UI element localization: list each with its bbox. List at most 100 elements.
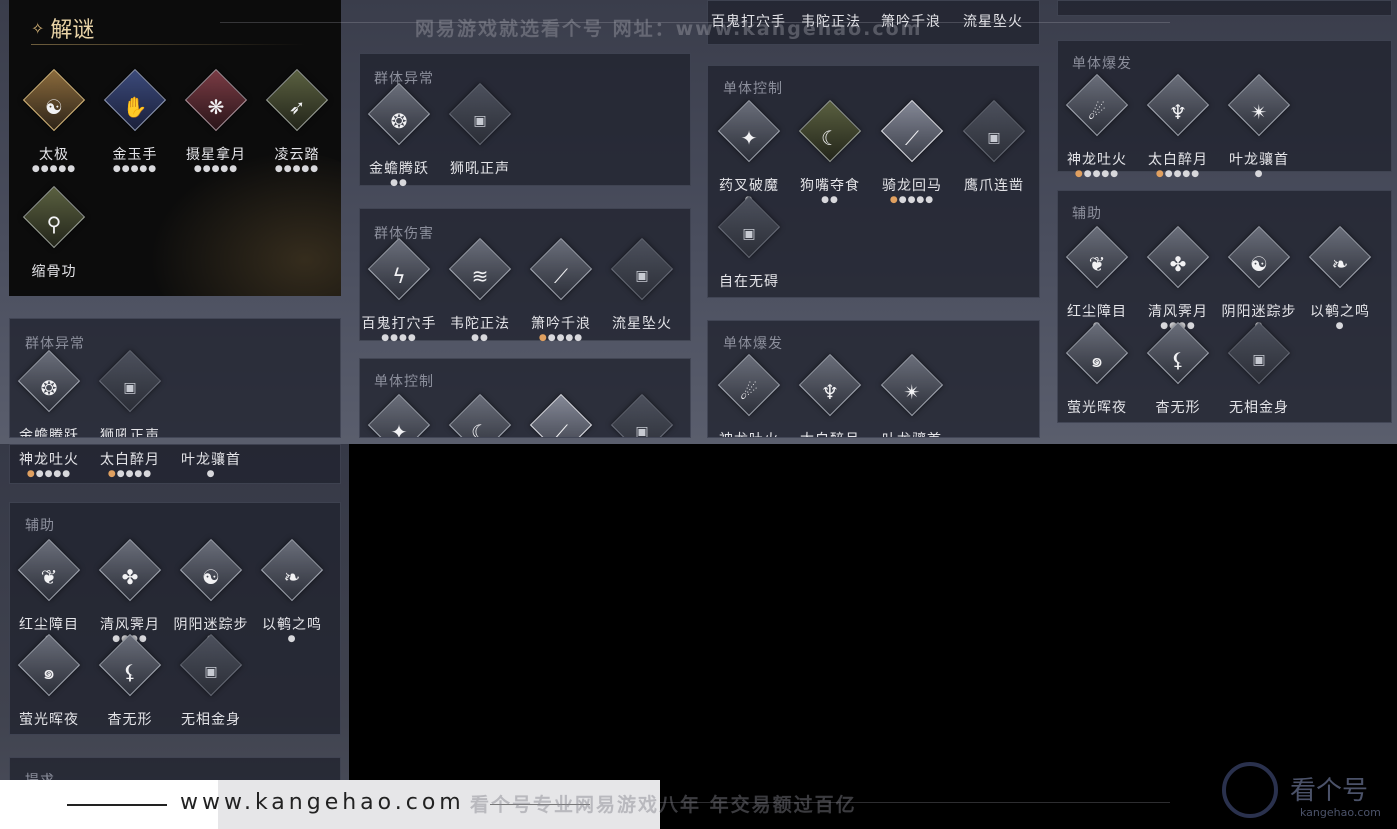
skill-yingzhualianzao[interactable]: ▣ 鹰爪连凿 (949, 99, 1039, 219)
single-burst-strip: 神龙吐火 ●●●●● 太白醉月 ●●●●● 叶龙骧首 ● (9, 444, 341, 484)
star-grab-icon: ❋ (207, 95, 225, 119)
panel-title: 单体控制 (723, 81, 783, 97)
skill-yelongxiangshou[interactable]: ✴ 叶龙骧首 ● (1214, 73, 1304, 193)
skill-partial[interactable]: ▣ (597, 393, 687, 437)
skill-shenlongtuhuo[interactable]: 神龙吐火 ●●●●● (10, 445, 94, 483)
quail-call-icon: ❧ (1331, 252, 1349, 276)
skill-rank-dots-rest: ●●●● (898, 195, 935, 205)
flute-icon: ⟋ (554, 264, 568, 288)
skill-qilonghuima[interactable]: ⟋ 骑龙回马 ●●●●● (867, 99, 957, 219)
skill-liuxingzhuihuo[interactable]: ▣ 流星坠火 (597, 237, 687, 357)
locked-icon: ▣ (123, 380, 137, 396)
skill-xiaoyinqianlang[interactable]: ⟋ 箫吟千浪 ●●●●● (516, 237, 606, 357)
skill-yelongxiangshou[interactable]: ✴ 叶龙骧首 (867, 353, 957, 437)
skill-label: 骑龙回马 (882, 178, 942, 194)
skill-taibaizuiyue[interactable]: ♆ 太白醉月 (785, 353, 875, 437)
skill-wuxiangjinshen[interactable]: ▣ 无相金身 (166, 633, 256, 753)
skill-label: 神龙吐火 (19, 452, 79, 468)
skill-label: 叶龙骧首 (867, 429, 957, 437)
drunk-moon-icon: ♆ (821, 380, 839, 404)
skill-label: 流星坠火 (612, 316, 672, 332)
skill-partial[interactable]: ⟋ (516, 393, 606, 438)
locked-icon: ▣ (473, 113, 487, 129)
skill-label: 金蟾腾跃 (369, 161, 429, 177)
skill-shihouzhengsheng[interactable]: ▣ 狮吼正声 (85, 349, 175, 437)
fire-dragon-icon: ☄ (1088, 100, 1106, 124)
support-panel: 辅助 ❦ 红尘障目 ● ✤ 清风霁月 ●●●● ☯ 阴阳迷踪步 ● ❧ 以鹌之鸣… (1057, 190, 1392, 423)
dust-veil-icon: ❦ (1088, 252, 1106, 276)
skill-weituozhengfa[interactable]: ≋ 韦陀正法 ●● (435, 237, 525, 357)
skill-label: 杳无形 (1155, 400, 1201, 416)
breeze-icon: ✤ (121, 565, 139, 589)
skill-wuxiangjinshen[interactable]: ▣ 无相金身 (1214, 321, 1304, 441)
skill-lingyunta[interactable]: ➶ 凌云踏 ●●●●● (252, 68, 341, 188)
skill-zizaiwuai[interactable]: ▣ 自在无碍 (704, 195, 794, 315)
panel-title: 辅助 (25, 518, 55, 534)
pressure-point-icon: ϟ (392, 264, 406, 288)
skill-shenlongtuhuo[interactable]: ☄ 神龙吐火 ●●●●● (1052, 73, 1142, 193)
skill-taibaizuiyue[interactable]: ♆ 太白醉月 ●●●●● (1133, 73, 1223, 193)
dragon-ride-icon: ⟋ (554, 420, 568, 438)
single-burst-panel: 单体爆发 ☄ 神龙吐火 ●●●●● ♆ 太白醉月 ●●●●● ✴ 叶龙骧首 ● (1057, 40, 1392, 179)
quail-call-icon: ❧ (283, 565, 301, 589)
skill-yaowuxing[interactable]: ⚸ 杳无形 (1133, 321, 1223, 441)
skill-rank-dots: ●●●●● (1155, 169, 1201, 179)
skill-label: 太白醉月 (1148, 152, 1208, 168)
skill-baiguidaxueshou[interactable]: ϟ 百鬼打穴手 ●●●● (354, 237, 444, 357)
skill-label: 凌云踏 (274, 147, 320, 163)
vanish-icon: ⚸ (122, 660, 138, 684)
skill-label: 无相金身 (1229, 400, 1289, 416)
skill-jinchantengyue[interactable]: ❂ 金蟾腾跃 ●● (354, 82, 444, 202)
skill-rank-dots: ●●●●● (112, 164, 158, 174)
skill-rank-dots: ● (1335, 321, 1345, 331)
skill-yianzhiming[interactable]: ❧ 以鹌之鸣 ● (247, 538, 337, 658)
skill-label: 神龙吐火 (708, 429, 794, 437)
skill-goujuiduoshi[interactable]: ☾ 狗嘴夺食 ●● (785, 99, 875, 219)
skill-taibaizuiyue[interactable]: 太白醉月 ●●●●● (85, 445, 175, 483)
leap-icon: ➶ (288, 95, 306, 119)
skill-yingguanghuiye[interactable]: ๑ 萤光晖夜 (1052, 321, 1142, 441)
skill-rank-dots: ●●●●● (193, 164, 239, 174)
yaksha-icon: ✦ (390, 420, 408, 438)
figure-icon: ⚲ (46, 212, 62, 236)
skill-label: 萤光晖夜 (19, 712, 79, 728)
eye-logo-icon (1222, 762, 1278, 818)
fire-dragon-icon: ☄ (740, 380, 758, 404)
skill-rank-dots: ●●●●● (538, 333, 584, 343)
skill-shenlongtuhuo[interactable]: ☄ 神龙吐火 (708, 353, 794, 437)
panel-title: 辅助 (1072, 206, 1102, 222)
brand-url[interactable]: www.kangehao.com (180, 790, 465, 815)
skill-label: 红尘障目 (19, 617, 79, 633)
toad-leap-icon: ❂ (390, 109, 408, 133)
skill-jinyushou[interactable]: ✋ 金玉手 ●●●●● (90, 68, 180, 188)
skill-rank-dots: ●● (821, 195, 839, 205)
skill-label: 金蟾腾跃 (19, 428, 79, 438)
skill-label: 太白醉月 (785, 429, 875, 437)
skill-rank-dots-rest: ●●●● (35, 469, 72, 479)
skill-yaowuxing[interactable]: ⚸ 杳无形 (85, 633, 175, 753)
skill-label: 韦陀正法 (450, 316, 510, 332)
skill-rank-dots: ●● (390, 178, 408, 188)
skill-label: 清风霁月 (100, 617, 160, 633)
skill-label: 叶龙骧首 (181, 452, 241, 468)
skill-partial[interactable]: ☾ (435, 393, 525, 437)
skill-yelongxiangshou[interactable]: 叶龙骧首 ● (166, 445, 256, 483)
skill-label: 以鹌之鸣 (262, 617, 322, 633)
title-divider (31, 44, 306, 45)
skill-taiji[interactable]: ☯ 太极 ●●●●● (9, 68, 99, 188)
skill-suogugong[interactable]: ⚲ 缩骨功 (9, 185, 99, 296)
skill-jinchantengyue[interactable]: ❂ 金蟾腾跃 (10, 349, 94, 438)
skill-rank-dots: ● (206, 469, 216, 479)
panel-title: 单体控制 (374, 374, 434, 390)
skill-shihouzhengsheng[interactable]: ▣ 狮吼正声 (435, 82, 525, 202)
locked-icon: ▣ (204, 664, 218, 680)
skill-partial[interactable]: ✦ (360, 393, 444, 438)
skill-rank-dots: ●●●●● (889, 195, 935, 205)
group-abnormal-panel-lower: 群体异常 ❂ 金蟾腾跃 ▣ 狮吼正声 (9, 318, 341, 438)
panel-title: 单体爆发 (723, 336, 783, 352)
skill-yianzhiming[interactable]: ❧ 以鹌之鸣 ● (1295, 225, 1385, 345)
skill-label: 萤光晖夜 (1067, 400, 1127, 416)
skill-label: 狗嘴夺食 (800, 178, 860, 194)
skill-shexingnayue[interactable]: ❋ 摄星拿月 ●●●●● (171, 68, 261, 188)
skill-yingguanghuiye[interactable]: ๑ 萤光晖夜 (4, 633, 94, 753)
